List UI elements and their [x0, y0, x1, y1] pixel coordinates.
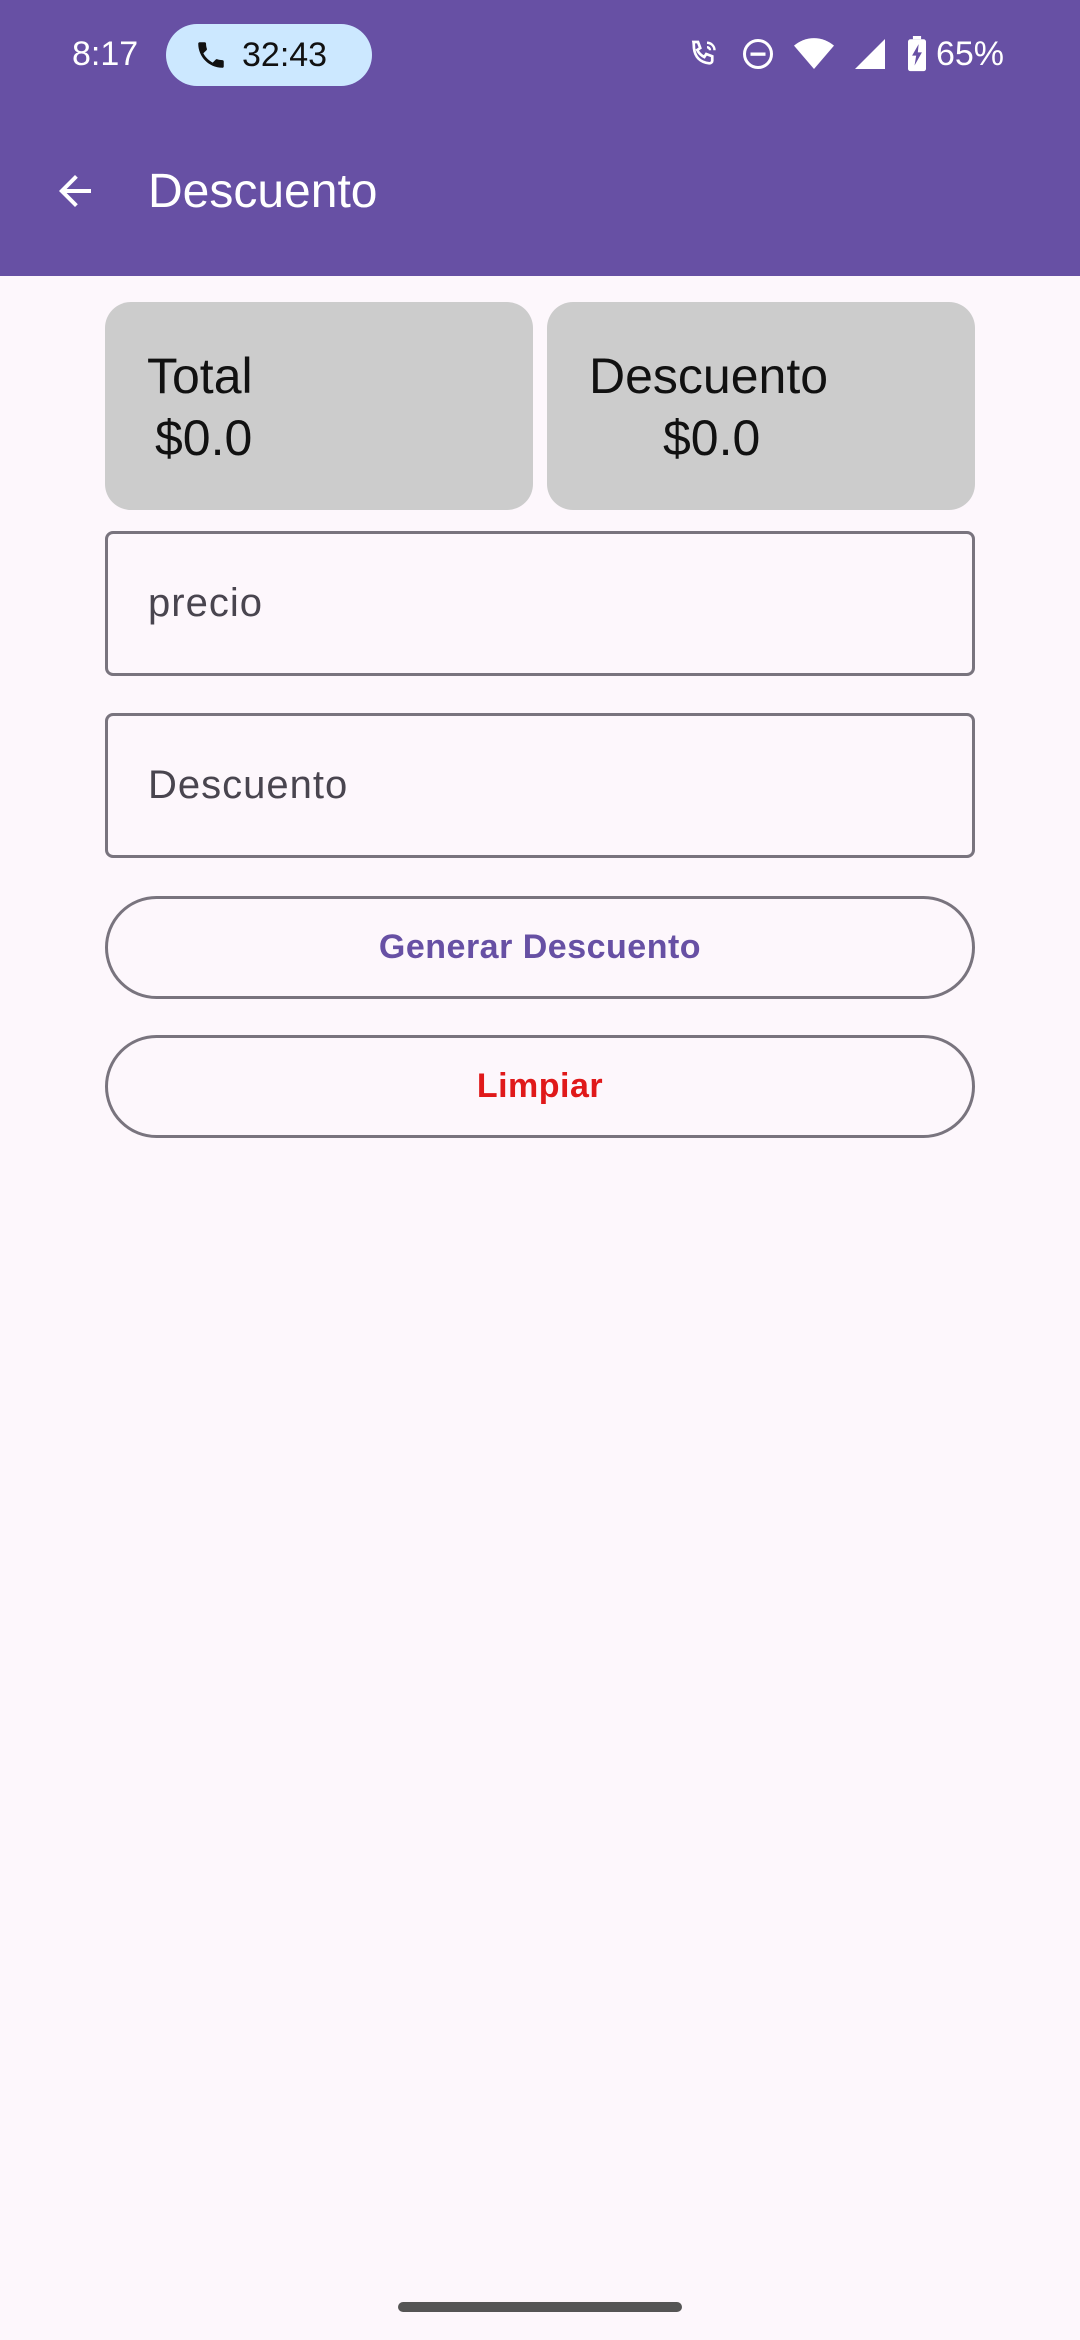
phone-icon	[198, 42, 224, 68]
total-value: $0.0	[155, 410, 253, 466]
back-button[interactable]	[44, 160, 106, 222]
do-not-disturb-icon	[740, 36, 776, 72]
screen: 8:17 32:43 65% Descuento Total $0.0 Desc…	[0, 0, 1080, 2340]
total-label: Total	[147, 348, 253, 404]
battery-percent: 65%	[935, 34, 1004, 73]
wifi-icon	[793, 36, 834, 72]
clear-button[interactable]: Limpiar	[105, 1035, 975, 1138]
call-timer: 32:43	[242, 36, 328, 74]
status-icons: 65%	[668, 30, 1004, 78]
discount-card: Descuento $0.0	[547, 302, 975, 510]
discount-value: $0.0	[663, 410, 761, 466]
top-app-bar: 8:17 32:43 65% Descuento	[0, 0, 1080, 276]
home-indicator[interactable]	[398, 2302, 682, 2312]
ongoing-call-chip[interactable]: 32:43	[166, 24, 372, 86]
discount-label: Descuento	[589, 348, 829, 404]
price-field[interactable]	[105, 531, 975, 676]
wifi-calling-icon	[686, 36, 722, 72]
total-card: Total $0.0	[105, 302, 533, 510]
status-time: 8:17	[72, 35, 139, 73]
discount-field[interactable]	[105, 713, 975, 858]
arrow-back-icon	[59, 175, 91, 207]
battery-charging-icon	[906, 36, 928, 72]
signal-icon	[852, 36, 888, 72]
price-input[interactable]	[108, 534, 972, 673]
page-title: Descuento	[148, 165, 378, 218]
generate-discount-button[interactable]: Generar Descuento	[105, 896, 975, 999]
discount-input[interactable]	[108, 716, 972, 855]
